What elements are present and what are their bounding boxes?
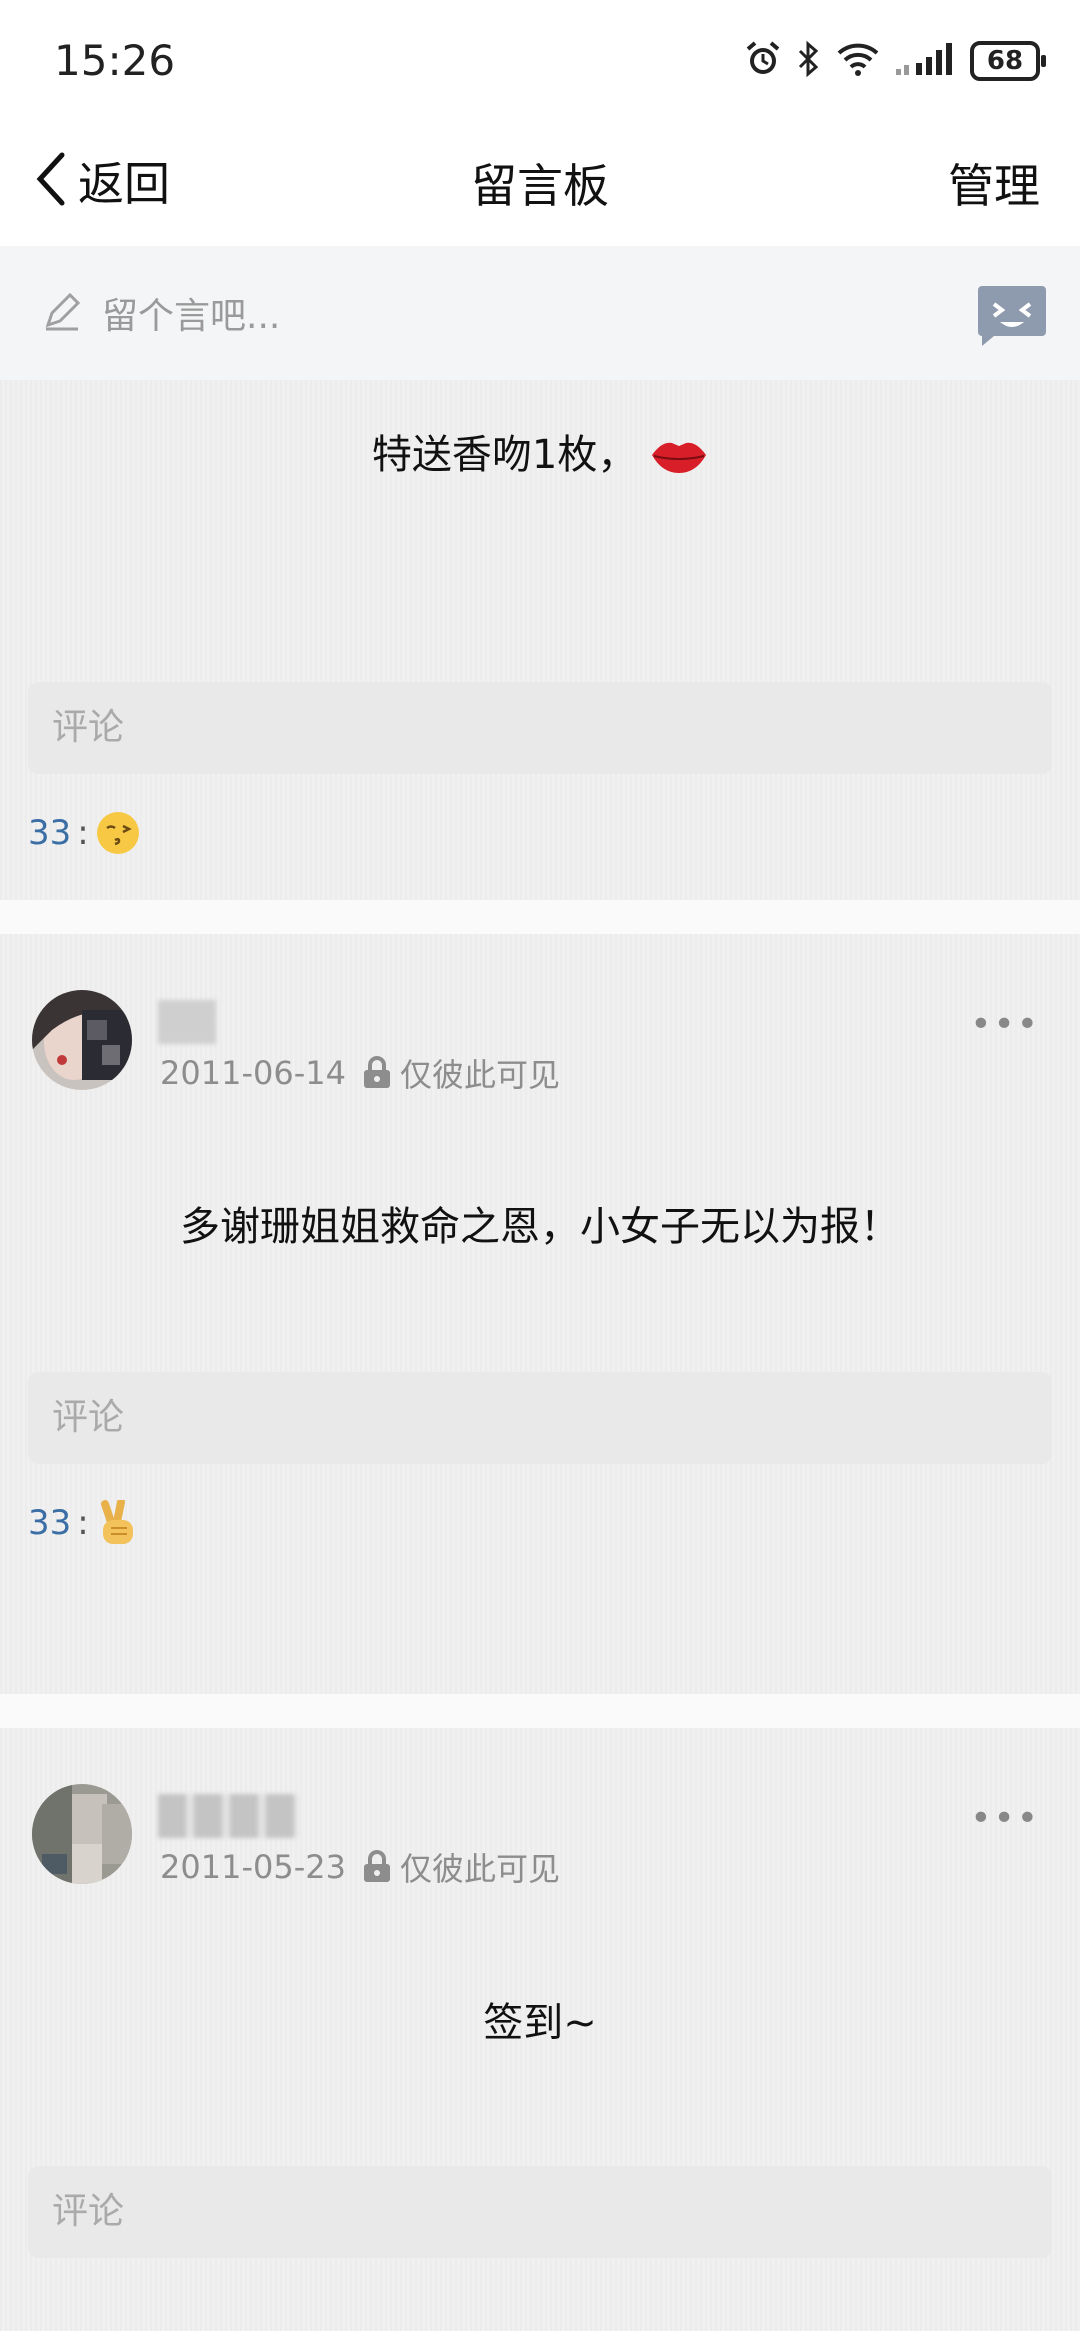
battery-icon: 68 <box>970 41 1046 81</box>
avatar[interactable] <box>32 1784 132 1884</box>
post-date: 2011-05-23 <box>160 1848 346 1886</box>
message-content: 特送香吻1枚， <box>371 432 638 478</box>
message-card: 2011-05-23 仅彼此可见 ••• 签到~ 评论 <box>0 1728 1080 2331</box>
page-title: 留言板 <box>471 159 609 213</box>
pencil-icon <box>40 289 84 337</box>
meta-row: 2011-05-23 仅彼此可见 <box>160 1844 560 1890</box>
visibility-badge: 仅彼此可见 <box>362 1844 560 1890</box>
reply-user[interactable]: 33 <box>28 1503 71 1543</box>
lips-emoji <box>650 432 708 478</box>
message-feed[interactable]: 特送香吻1枚， 评论 33 : 2011-06-14 仅彼此可见 ••• 多谢珊… <box>0 380 1080 2331</box>
nav-bar: 返回 留言板 管理 <box>0 120 1080 246</box>
reply-user[interactable]: 33 <box>28 813 71 853</box>
status-bar: 15:26 68 <box>0 0 1080 120</box>
visibility-badge: 仅彼此可见 <box>362 1050 560 1096</box>
alarm-icon <box>744 40 782 82</box>
visibility-label: 仅彼此可见 <box>399 1056 560 1094</box>
reply-row: 33 : <box>28 1498 139 1546</box>
compose-bar: 留个言吧... <box>0 246 1080 380</box>
message-text: 特送香吻1枚， <box>0 422 1080 480</box>
reply-colon: : <box>77 1503 89 1543</box>
status-time: 15:26 <box>54 36 176 85</box>
status-icons: 68 <box>744 38 1046 84</box>
message-card: 2011-06-14 仅彼此可见 ••• 多谢珊姐姐救命之恩，小女子无以为报！ … <box>0 934 1080 1694</box>
bluetooth-icon <box>796 40 822 82</box>
lock-icon <box>363 1056 390 1088</box>
signal-icon <box>894 41 956 81</box>
compose-placeholder: 留个言吧... <box>102 296 281 337</box>
meta-row: 2011-06-14 仅彼此可见 <box>160 1050 560 1096</box>
reply-row: 33 : <box>28 810 141 856</box>
lock-icon <box>363 1850 390 1882</box>
compose-input[interactable]: 留个言吧... <box>40 276 920 350</box>
more-options-button[interactable]: ••• <box>970 1798 1040 1839</box>
comment-input[interactable]: 评论 <box>28 1372 1052 1464</box>
smiley-icon <box>978 286 1046 346</box>
author-name[interactable] <box>158 1000 216 1044</box>
reply-colon: : <box>77 813 89 853</box>
kissing-face-emoji <box>95 810 141 856</box>
victory-hand-emoji <box>95 1498 139 1546</box>
message-text: 多谢珊姐姐救命之恩，小女子无以为报！ <box>180 1204 900 1250</box>
card-separator <box>0 900 1080 934</box>
comment-input[interactable]: 评论 <box>28 682 1052 774</box>
post-date: 2011-06-14 <box>160 1054 346 1092</box>
visibility-label: 仅彼此可见 <box>399 1850 560 1888</box>
message-text: 签到~ <box>483 2000 597 2046</box>
message-card: 特送香吻1枚， 评论 33 : <box>0 380 1080 900</box>
author-name[interactable] <box>158 1794 298 1838</box>
card-separator <box>0 1694 1080 1728</box>
manage-button[interactable]: 管理 <box>948 150 1040 216</box>
more-options-button[interactable]: ••• <box>970 1004 1040 1045</box>
emoji-button[interactable] <box>974 284 1050 348</box>
comment-input[interactable]: 评论 <box>28 2166 1052 2258</box>
avatar[interactable] <box>32 990 132 1090</box>
wifi-icon <box>836 41 880 81</box>
